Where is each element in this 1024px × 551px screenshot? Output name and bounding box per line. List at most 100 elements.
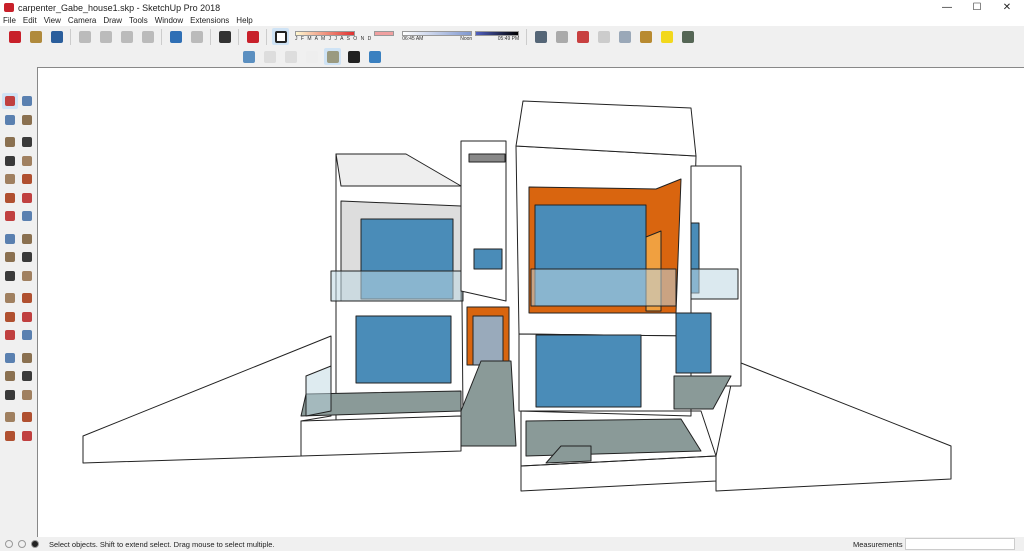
pie-icon[interactable] (20, 208, 36, 224)
follow-me-icon-glyph (22, 252, 33, 262)
component-icon[interactable] (20, 93, 36, 109)
3d-text-icon[interactable] (20, 327, 36, 343)
section-plane-icon-glyph (555, 30, 568, 43)
line-icon[interactable] (2, 134, 18, 150)
new-icon[interactable] (6, 28, 23, 45)
paste-icon[interactable] (118, 28, 135, 45)
zoom-extents-icon[interactable] (2, 387, 18, 403)
time-end-label: 05:49 PM (497, 36, 520, 42)
shaded-textures-icon[interactable] (345, 48, 362, 65)
tape-measure-icon[interactable] (2, 290, 18, 306)
save-icon[interactable] (48, 28, 65, 45)
wrench-icon[interactable] (616, 28, 633, 45)
push-pull-icon[interactable] (20, 231, 36, 247)
title-bar: carpenter_Gabe_house1.skp - SketchUp Pro… (0, 0, 1024, 15)
move-icon[interactable] (2, 231, 18, 247)
zoom-icon[interactable] (2, 368, 18, 384)
open-folder-icon[interactable] (27, 28, 44, 45)
tool-row (0, 170, 36, 189)
monochrome-icon[interactable] (366, 48, 383, 65)
pan-icon[interactable] (20, 350, 36, 366)
shadow-toggle-icon[interactable] (272, 28, 289, 45)
back-edges-icon-glyph (263, 50, 276, 63)
menu-draw[interactable]: Draw (100, 15, 126, 26)
look-around-icon[interactable] (20, 409, 36, 425)
paint-bucket-icon[interactable] (2, 112, 18, 128)
section-plane-icon[interactable] (20, 428, 36, 444)
position-camera-icon[interactable] (2, 409, 18, 425)
user-account-icon[interactable] (31, 540, 39, 548)
zoom-window-icon-glyph (22, 371, 33, 381)
eraser-icon[interactable] (20, 112, 36, 128)
menu-file[interactable]: File (0, 15, 20, 26)
erase-icon[interactable] (139, 28, 156, 45)
axes-icon[interactable] (2, 327, 18, 343)
shaded-icon[interactable] (324, 48, 341, 65)
divider (161, 28, 162, 45)
tool-row (0, 111, 36, 130)
maximize-button[interactable]: ☐ (962, 0, 992, 15)
three-point-arc-icon[interactable] (2, 208, 18, 224)
three-point-arc-icon-glyph (4, 211, 15, 221)
credits-icon[interactable] (18, 540, 26, 548)
menu-camera[interactable]: Camera (65, 15, 100, 26)
menu-edit[interactable]: Edit (20, 15, 41, 26)
model-info-icon[interactable] (244, 28, 261, 45)
arc-icon[interactable] (2, 190, 18, 206)
warehouse-icon[interactable] (637, 28, 654, 45)
close-button[interactable]: ✕ (992, 0, 1022, 15)
freehand-icon[interactable] (20, 134, 36, 150)
zoom-extents-icon-glyph (4, 389, 15, 400)
shaded-textures-icon-glyph (347, 50, 360, 63)
back-edges-icon[interactable] (261, 48, 278, 65)
two-point-arc-icon[interactable] (20, 190, 36, 206)
menu-tools[interactable]: Tools (126, 15, 152, 26)
polygon-icon[interactable] (20, 171, 36, 187)
divider (266, 28, 267, 45)
new-icon-glyph (8, 30, 21, 43)
tool-row (0, 427, 36, 446)
rotated-rectangle-icon[interactable] (20, 153, 36, 169)
measurements-input[interactable] (905, 538, 1015, 550)
circle-icon[interactable] (2, 171, 18, 187)
offset-icon[interactable] (20, 268, 36, 284)
fog-icon[interactable] (595, 28, 612, 45)
hidden-line-icon[interactable] (303, 48, 320, 65)
menu-extensions[interactable]: Extensions (187, 15, 233, 26)
undo-icon[interactable] (167, 28, 184, 45)
divider (210, 28, 211, 45)
large-tool-set (0, 92, 36, 445)
copy-icon[interactable] (97, 28, 114, 45)
redo-icon[interactable] (188, 28, 205, 45)
shadow-time-slider[interactable]: 06:45 AM Noon 05:49 PM (402, 31, 520, 42)
extension-icon[interactable] (679, 28, 696, 45)
walk-icon[interactable] (2, 428, 18, 444)
match-photo-icon[interactable] (532, 28, 549, 45)
geolocation-icon[interactable] (5, 540, 13, 548)
cut-icon-glyph (78, 30, 91, 43)
follow-me-icon[interactable] (20, 249, 36, 265)
menu-window[interactable]: Window (152, 15, 187, 26)
minimize-button[interactable]: — (932, 0, 962, 15)
text-icon[interactable] (20, 309, 36, 325)
zoom-window-icon[interactable] (20, 368, 36, 384)
previous-view-icon[interactable] (20, 387, 36, 403)
wireframe-icon[interactable] (282, 48, 299, 65)
menu-view[interactable]: View (41, 15, 65, 26)
lightbulb-icon[interactable] (658, 28, 675, 45)
dimension-icon[interactable] (20, 290, 36, 306)
cut-icon[interactable] (76, 28, 93, 45)
scale-icon[interactable] (2, 268, 18, 284)
select-icon[interactable] (2, 93, 18, 109)
section-plane-icon[interactable] (553, 28, 570, 45)
orbit-icon[interactable] (2, 350, 18, 366)
print-icon[interactable] (216, 28, 233, 45)
model-viewport[interactable] (37, 67, 1024, 537)
xray-icon[interactable] (240, 48, 257, 65)
rotate-icon[interactable] (2, 249, 18, 265)
shadow-date-slider[interactable]: J F M A M J J A S O N D (295, 31, 395, 42)
rectangle-icon[interactable] (2, 153, 18, 169)
protractor-icon[interactable] (2, 309, 18, 325)
menu-help[interactable]: Help (233, 15, 256, 26)
component-icon[interactable] (574, 28, 591, 45)
